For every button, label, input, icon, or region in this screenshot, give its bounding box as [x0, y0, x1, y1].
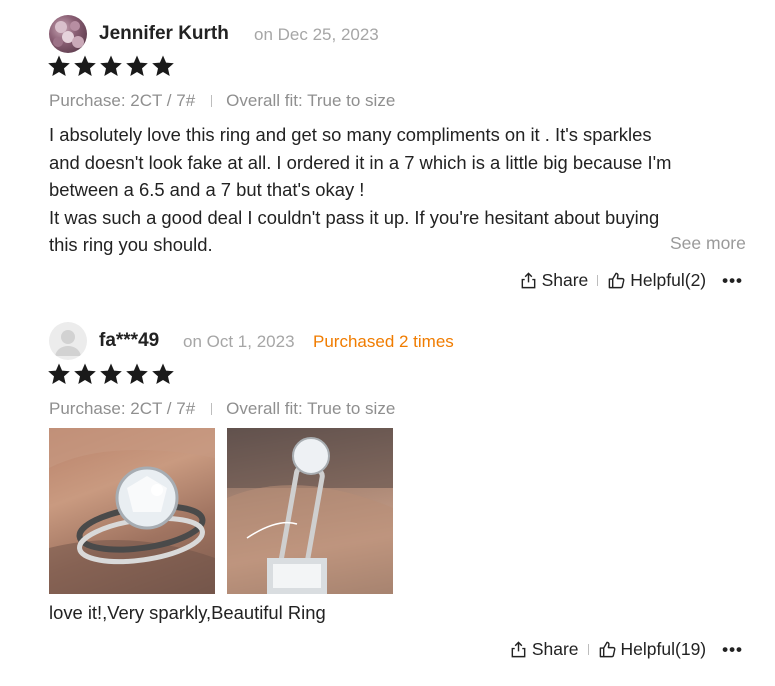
helpful-button[interactable]: Helpful(2) [607, 270, 706, 291]
star-icon [100, 363, 122, 384]
share-label: Share [531, 639, 579, 659]
star-icon [152, 55, 174, 76]
star-icon [48, 55, 70, 76]
helpful-label: Helpful(2) [630, 270, 707, 290]
purchase-variant: Purchase: 2CT / 7# [49, 399, 196, 418]
star-icon [152, 363, 174, 384]
review-card: fa***49 on Oct 1, 2023 Purchased 2 times… [0, 310, 775, 686]
share-icon [521, 272, 535, 289]
helpful-button[interactable]: Helpful(19) [598, 639, 707, 660]
star-icon [74, 363, 96, 384]
purchase-info: Purchase: 2CT / 7# Overall fit: True to … [49, 91, 395, 111]
review-photo[interactable] [49, 428, 215, 594]
reviewer-name[interactable]: fa***49 [99, 330, 159, 352]
review-photo[interactable] [227, 428, 393, 594]
purchase-info: Purchase: 2CT / 7# Overall fit: True to … [49, 399, 395, 419]
overall-fit: Overall fit: True to size [226, 91, 396, 110]
share-icon [511, 641, 526, 658]
review-text-line: this ring you should. [49, 234, 213, 255]
star-icon [74, 55, 96, 76]
star-icon [126, 363, 148, 384]
review-actions: Share Helpful(2) ••• [519, 270, 743, 291]
more-options-icon[interactable]: ••• [722, 271, 743, 291]
review-text: love it!,Very sparkly,Beautiful Ring [49, 602, 326, 623]
review-text-line: It was such a good deal I couldn't pass … [49, 206, 660, 228]
review-date: on Oct 1, 2023 [183, 332, 295, 351]
review-card: Jennifer Kurth on Dec 25, 2023 Purchase:… [0, 0, 775, 310]
review-photos [49, 428, 393, 594]
default-avatar-icon [55, 330, 81, 356]
star-icon [48, 363, 70, 384]
thumbs-up-icon [608, 272, 625, 289]
review-date: on Dec 25, 2023 [254, 25, 379, 44]
reviewer-avatar[interactable] [49, 15, 87, 53]
reviewer-avatar[interactable] [49, 322, 87, 360]
divider [211, 403, 213, 415]
purchased-badge: Purchased 2 times [313, 332, 454, 351]
reviewer-name[interactable]: Jennifer Kurth [99, 23, 229, 45]
share-button[interactable]: Share [509, 639, 579, 660]
review-text-line: between a 6.5 and a 7 but that's okay ! [49, 179, 365, 200]
see-more-link[interactable]: See more [670, 233, 746, 254]
purchase-variant: Purchase: 2CT / 7# [49, 91, 196, 110]
overall-fit: Overall fit: True to size [226, 399, 396, 418]
review-text-line: and doesn't look fake at all. I ordered … [49, 151, 672, 173]
review-text: I absolutely love this ring and get so m… [49, 121, 749, 259]
divider [211, 95, 213, 107]
review-text-line: I absolutely love this ring and get so m… [49, 124, 652, 145]
star-rating [47, 54, 175, 78]
star-rating [47, 362, 175, 386]
helpful-label: Helpful(19) [620, 639, 707, 659]
thumbs-up-icon [599, 641, 615, 658]
share-button[interactable]: Share [519, 270, 589, 291]
star-icon [126, 55, 148, 76]
star-icon [100, 55, 122, 76]
review-actions: Share Helpful(19) ••• [509, 639, 743, 660]
divider [587, 644, 589, 655]
divider [597, 275, 599, 286]
more-options-icon[interactable]: ••• [722, 640, 743, 660]
share-label: Share [541, 270, 589, 290]
